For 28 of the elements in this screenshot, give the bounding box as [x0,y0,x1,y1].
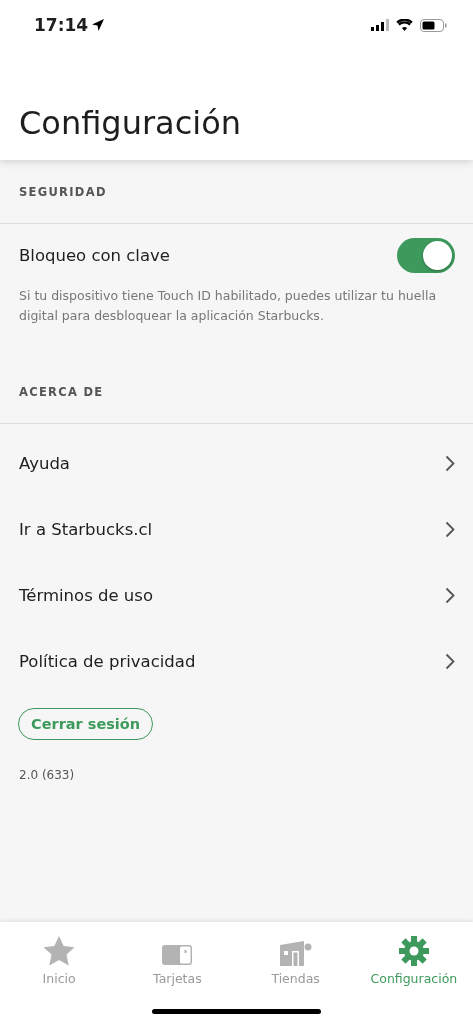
tab[interactable]: Tarjetas [118,922,237,994]
settings-icon [398,936,429,966]
section-header: ACERCA DE [0,360,473,424]
setting-label: Bloqueo con clave [19,245,170,265]
menu-item-label[interactable]: Términos de uso [19,585,153,605]
setting-description: Si tu dispositivo tiene Touch ID habilitado, puedes utilizar tu huella digital para desbloquear la aplicación Starbucks. [18,287,438,325]
tab[interactable]: Inicio [0,922,119,994]
toggle-switch[interactable] [397,237,455,273]
location-arrow-icon [92,19,105,31]
menu-item-label[interactable]: Ir a Starbucks.cl [19,519,153,539]
chevron-icon [445,454,455,472]
battery-icon [420,18,447,32]
status-time: 17:14 [34,15,105,35]
menu-item-label[interactable]: Ayuda [19,453,70,473]
chevron-icon [445,652,455,670]
tab[interactable]: Tiendas [236,922,355,994]
signal-icon [371,19,389,31]
section-header: SEGURIDAD [0,160,473,224]
chevron-icon [445,586,455,604]
tab[interactable]: Configuración [354,922,473,994]
page-title: Configuración [19,103,243,143]
star-icon [43,936,76,966]
chevron-icon [445,520,455,538]
card-icon [161,944,194,966]
wifi-icon [396,19,413,31]
version-text: 2.0 (633) [19,768,76,782]
store-icon [279,940,312,966]
menu-item-label[interactable]: Política de privacidad [19,651,196,671]
